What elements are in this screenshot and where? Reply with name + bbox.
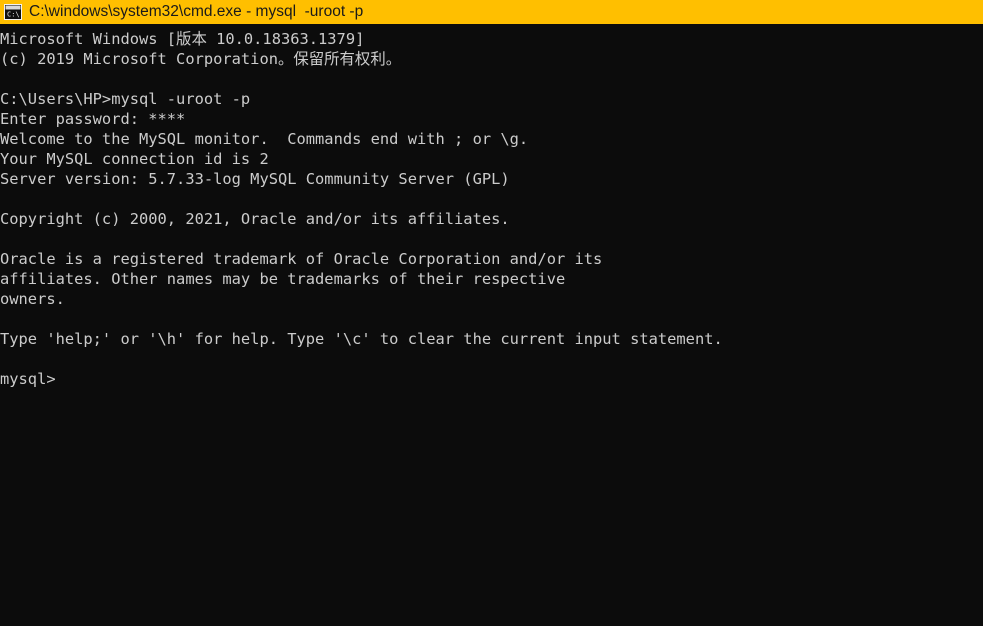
cmd-console-icon: C:\ [4, 4, 22, 20]
cmd-console-window: C:\ C:\windows\system32\cmd.exe - mysql … [0, 0, 983, 626]
console-line: Your MySQL connection id is 2 [0, 150, 269, 168]
window-title: C:\windows\system32\cmd.exe - mysql -uro… [29, 3, 364, 20]
console-line: Oracle is a registered trademark of Orac… [0, 250, 603, 268]
console-line: Type 'help;' or '\h' for help. Type '\c'… [0, 330, 723, 348]
svg-text:C:\: C:\ [7, 11, 20, 19]
console-lines: Microsoft Windows [版本 10.0.18363.1379] (c… [0, 29, 983, 389]
console-line: Enter password: **** [0, 110, 186, 128]
console-line: (c) 2019 Microsoft Corporation。保留所有权利。 [0, 50, 402, 68]
console-output-area[interactable]: Microsoft Windows [版本 10.0.18363.1379] (c… [0, 25, 983, 626]
console-line: C:\Users\HP>mysql -uroot -p [0, 90, 251, 108]
console-line: mysql> [0, 370, 56, 388]
console-line: affiliates. Other names may be trademark… [0, 270, 566, 288]
window-titlebar[interactable]: C:\ C:\windows\system32\cmd.exe - mysql … [0, 0, 983, 25]
console-line: Copyright (c) 2000, 2021, Oracle and/or … [0, 210, 510, 228]
console-line: Microsoft Windows [版本 10.0.18363.1379] [0, 30, 365, 48]
console-line: Server version: 5.7.33-log MySQL Communi… [0, 170, 510, 188]
console-line: owners. [0, 290, 65, 308]
console-line: Welcome to the MySQL monitor. Commands e… [0, 130, 529, 148]
